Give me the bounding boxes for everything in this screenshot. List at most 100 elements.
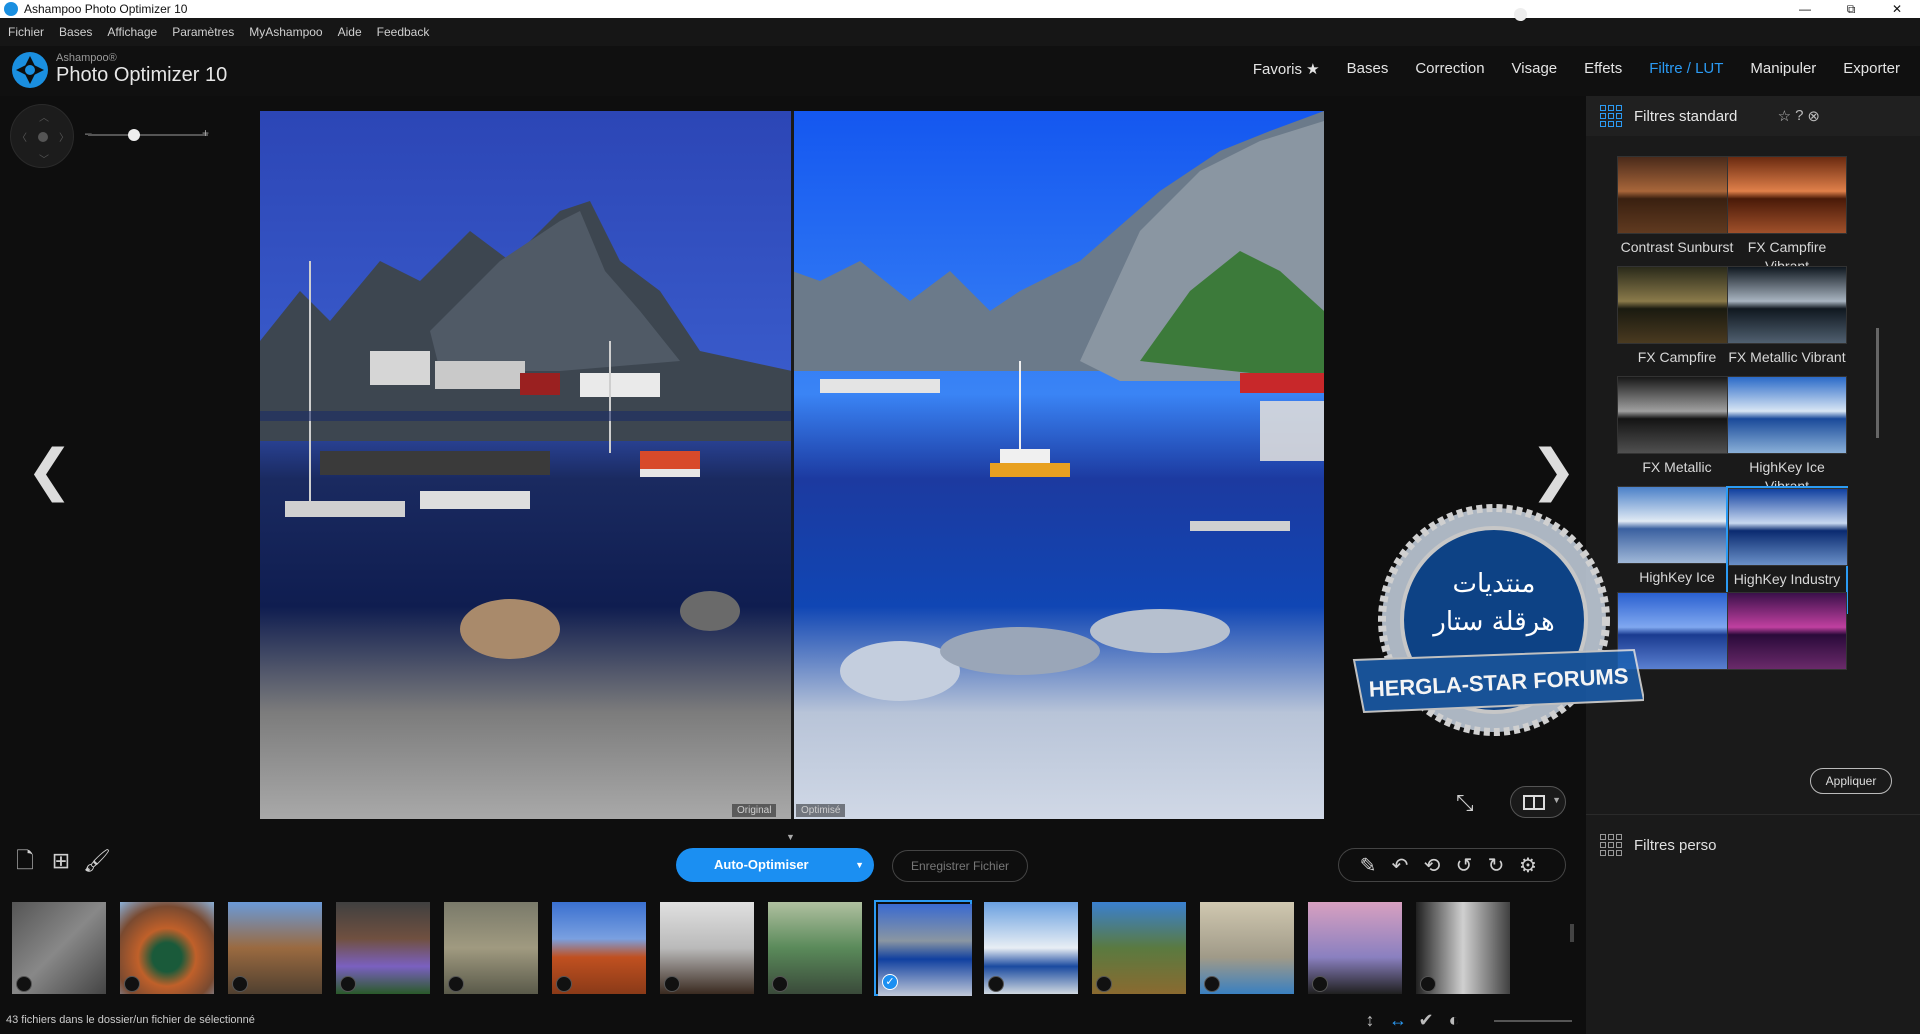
filter-preview xyxy=(1728,488,1848,566)
settings-icon[interactable]: ⚙ xyxy=(1513,853,1543,878)
select-circle-icon[interactable] xyxy=(232,976,248,992)
add-files-icon[interactable]: ⊞ xyxy=(46,846,76,876)
thumbnail-flowers[interactable] xyxy=(334,900,432,996)
scrollbar-thumb[interactable] xyxy=(1876,328,1879,438)
thumbnail-monument-valley[interactable] xyxy=(550,900,648,996)
filter-ice-vibrant[interactable]: HighKey Ice Vibrant xyxy=(1726,376,1848,496)
thumbnail-size-knob[interactable] xyxy=(1514,8,1527,21)
select-circle-icon[interactable] xyxy=(556,976,572,992)
fit-height-icon[interactable]: ↕ xyxy=(1356,1010,1384,1031)
thumbnail-horse-street[interactable] xyxy=(658,900,756,996)
select-circle-icon[interactable] xyxy=(664,976,680,992)
undo-all-icon[interactable]: ⟲ xyxy=(1417,853,1447,878)
menu-fichier[interactable]: Fichier xyxy=(8,25,44,39)
select-circle-icon[interactable] xyxy=(1312,976,1328,992)
filter-sunburst[interactable]: Contrast Sunburst xyxy=(1616,156,1738,257)
previous-image-button[interactable]: ❮ xyxy=(26,438,73,503)
pan-joystick[interactable]: ︿ ﹀ 〈 〉 xyxy=(10,104,74,168)
auto-optimize-button[interactable]: Auto-Optimiser ▼ xyxy=(676,848,874,882)
pan-center-icon xyxy=(38,132,48,142)
nav-tab-1[interactable]: Bases xyxy=(1347,60,1389,78)
undo-icon[interactable]: ↶ xyxy=(1385,853,1415,878)
filter-preview xyxy=(1727,592,1847,670)
select-circle-icon[interactable] xyxy=(340,976,356,992)
filter-label: Contrast Sunburst xyxy=(1620,239,1734,255)
filter-campfire[interactable]: FX Campfire xyxy=(1616,266,1738,367)
select-circle-icon[interactable] xyxy=(772,976,788,992)
filter-preview xyxy=(1727,266,1847,344)
filter-purple[interactable] xyxy=(1726,592,1848,670)
thumbnail-route-66[interactable] xyxy=(10,900,108,996)
nav-tab-6[interactable]: Manipuler xyxy=(1750,60,1816,78)
filter-preview xyxy=(1617,266,1737,344)
image-viewer[interactable]: Original Optimisé xyxy=(260,111,1324,819)
thumbnail-fjord-harbor[interactable]: ✓ xyxy=(874,900,972,996)
filter-campfire-vibrant[interactable]: FX Campfire Vibrant xyxy=(1726,156,1848,276)
magic-wand-icon[interactable]: ✎ xyxy=(1353,853,1383,878)
nav-tab-2[interactable]: Correction xyxy=(1415,60,1484,78)
custom-filters-section[interactable]: Filtres perso xyxy=(1586,820,1717,870)
select-circle-icon[interactable] xyxy=(448,976,464,992)
compare-icon[interactable]: ◐ xyxy=(1440,1010,1468,1031)
menu-parametres[interactable]: Paramètres xyxy=(172,25,234,39)
menu-feedback[interactable]: Feedback xyxy=(377,25,430,39)
filter-scrollbar[interactable] xyxy=(1876,162,1880,682)
nav-tab-4[interactable]: Effets xyxy=(1584,60,1622,78)
save-file-button[interactable]: Enregistrer Fichier xyxy=(892,850,1028,882)
help-icon[interactable]: ? xyxy=(1795,107,1803,125)
edit-tools: ✎ ↶ ⟲ ↺ ↻ ⚙ xyxy=(1338,848,1566,882)
thumbnail-lake-bench[interactable] xyxy=(766,900,864,996)
menu-bases[interactable]: Bases xyxy=(59,25,92,39)
selected-check-icon[interactable]: ✓ xyxy=(882,974,898,990)
split-view-toggle[interactable]: ▼ xyxy=(1510,786,1566,818)
rotate-right-icon[interactable]: ↻ xyxy=(1481,853,1511,878)
app-header: Ashampoo® Photo Optimizer 10 Favoris ★ Ba… xyxy=(0,46,1920,96)
menu-myashampoo[interactable]: MyAshampoo xyxy=(249,25,322,39)
new-file-icon[interactable]: 🗋 xyxy=(10,846,40,876)
select-circle-icon[interactable] xyxy=(1096,976,1112,992)
favorite-star-icon[interactable]: ☆ xyxy=(1778,107,1791,125)
select-circle-icon[interactable] xyxy=(16,976,32,992)
thumbnail-mailboxes[interactable] xyxy=(226,900,324,996)
pan-left-icon: 〈 xyxy=(17,133,27,144)
apply-button[interactable]: Appliquer xyxy=(1810,768,1892,794)
menu-aide[interactable]: Aide xyxy=(338,25,362,39)
thumbnail-size-slider[interactable] xyxy=(1494,1020,1572,1022)
select-circle-icon[interactable] xyxy=(124,976,140,992)
zoom-in-button[interactable]: + xyxy=(202,126,209,140)
select-circle-icon[interactable] xyxy=(1420,976,1436,992)
chevron-down-icon[interactable]: ▼ xyxy=(855,848,864,882)
nav-tab-5[interactable]: Filtre / LUT xyxy=(1649,60,1723,78)
brush-icon[interactable]: 🖌 xyxy=(82,846,112,876)
select-circle-icon[interactable] xyxy=(988,976,1004,992)
zoom-slider[interactable] xyxy=(88,134,208,136)
thumbnail-santorini[interactable] xyxy=(982,900,1080,996)
select-circle-icon[interactable] xyxy=(1204,976,1220,992)
close-panel-icon[interactable]: ⊗ xyxy=(1807,107,1820,125)
filmstrip-scrollbar[interactable] xyxy=(1570,924,1574,942)
thumbnail-old-truck[interactable] xyxy=(1090,900,1188,996)
close-button[interactable]: ✕ xyxy=(1874,0,1920,18)
nav-tab-7[interactable]: Exporter xyxy=(1843,60,1900,78)
thumbnail-palm-sunset[interactable] xyxy=(1306,900,1404,996)
zoom-out-button[interactable]: – xyxy=(85,126,92,140)
check-icon[interactable]: ✔ xyxy=(1412,1010,1440,1031)
fit-to-window-icon[interactable]: ⤡ xyxy=(1456,790,1484,818)
nav-tab-3[interactable]: Visage xyxy=(1512,60,1558,78)
menu-affichage[interactable]: Affichage xyxy=(107,25,157,39)
compare-divider[interactable] xyxy=(791,111,794,819)
nav-tab-0[interactable]: Favoris ★ xyxy=(1253,60,1320,78)
restore-button[interactable]: ⧉ xyxy=(1828,0,1874,18)
zoom-slider-knob[interactable] xyxy=(128,129,140,141)
thumbnail-bw-stairs[interactable] xyxy=(1414,900,1512,996)
rotate-left-icon[interactable]: ↺ xyxy=(1449,853,1479,878)
filter-panel-header[interactable]: Filtres standard ☆ ? ⊗ xyxy=(1586,96,1920,136)
filter-metallic[interactable]: FX Metallic xyxy=(1616,376,1738,477)
thumbnail-monkeys[interactable] xyxy=(442,900,540,996)
filter-metallic-vibrant[interactable]: FX Metallic Vibrant xyxy=(1726,266,1848,367)
minimize-button[interactable]: — xyxy=(1782,0,1828,18)
custom-filters-title: Filtres perso xyxy=(1634,836,1717,854)
thumbnail-horseshoe-bend[interactable] xyxy=(118,900,216,996)
thumbnail-havana-building[interactable] xyxy=(1198,900,1296,996)
fit-width-icon[interactable]: ↔ xyxy=(1384,1010,1412,1031)
